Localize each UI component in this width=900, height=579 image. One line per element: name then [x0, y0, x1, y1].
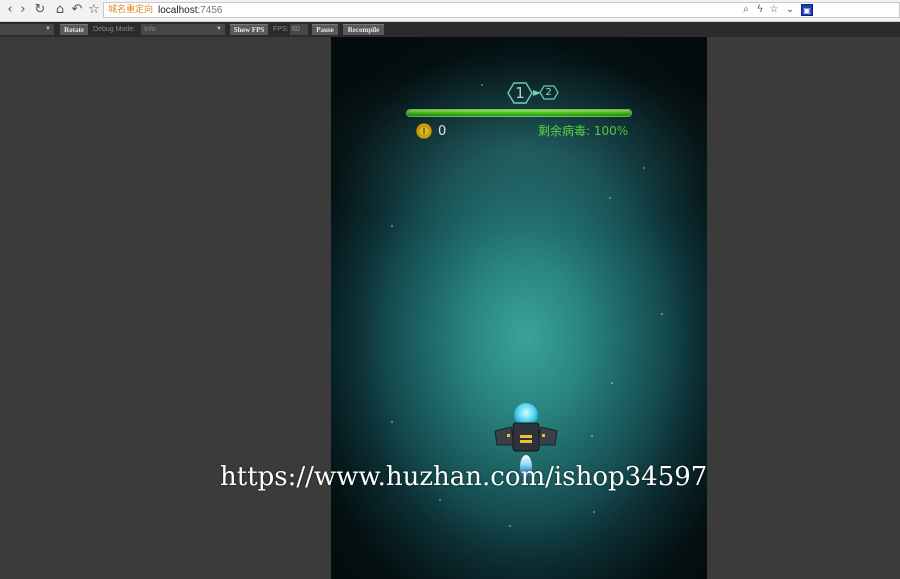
debug-mode-select[interactable]: Info ▼: [141, 24, 225, 35]
home-icon[interactable]: ⌂: [52, 2, 68, 18]
game-canvas[interactable]: 1 2 0 剩余病毒: 100%: [331, 37, 707, 579]
debug-mode-label: Debug Mode:: [93, 26, 136, 33]
virus-remaining-label: 剩余病毒: 100%: [538, 124, 629, 138]
dropdown-icon[interactable]: ⌄: [784, 4, 796, 16]
url-host: localhost: [158, 5, 198, 16]
star: [611, 382, 613, 384]
star: [439, 499, 441, 501]
star: [609, 197, 611, 199]
address-url[interactable]: localhost:7456: [158, 4, 223, 17]
coin-count: 0: [438, 124, 447, 139]
virus-health-fill: [407, 110, 631, 116]
star: [661, 313, 663, 315]
url-port: :7456: [197, 5, 223, 16]
star: [391, 225, 393, 227]
extension-icon[interactable]: ▣: [801, 4, 813, 16]
address-prefix: 城名重定向: [108, 5, 154, 15]
virus-health-bar: [406, 109, 632, 117]
debug-toolbar: ▼ Rotate Debug Mode: Info ▼ Show FPS FPS…: [0, 22, 900, 37]
star: [593, 511, 595, 513]
favorite-star-icon[interactable]: ☆: [768, 4, 780, 16]
star: [591, 435, 593, 437]
fps-input[interactable]: 60: [290, 24, 308, 35]
debug-mode-value: Info: [144, 26, 156, 33]
star: [643, 167, 645, 169]
bookmark-star-icon[interactable]: ☆: [86, 2, 102, 18]
star: [391, 421, 393, 423]
chevron-down-icon: ▼: [45, 26, 51, 32]
lightning-icon[interactable]: ϟ: [754, 4, 766, 16]
coin-icon: [416, 123, 432, 139]
level-next: 2: [545, 87, 552, 98]
watermark-text: https://www.huzhan.com/ishop34597: [220, 462, 708, 492]
undo-icon[interactable]: ↶: [69, 2, 85, 18]
forward-icon[interactable]: ›: [15, 2, 31, 18]
reload-icon[interactable]: ↻: [32, 2, 48, 18]
star: [481, 84, 483, 86]
pause-button[interactable]: Pause: [312, 24, 338, 35]
show-fps-button[interactable]: Show FPS: [230, 24, 268, 35]
device-select[interactable]: ▼: [0, 24, 54, 35]
browser-toolbar: ‹ › ↻ ⌂ ↶ ☆ 城名重定向 localhost:7456 ⌕ ϟ ☆ ⌄…: [0, 0, 900, 22]
rotate-button[interactable]: Rotate: [60, 24, 88, 35]
level-current: 1: [515, 84, 525, 102]
recompile-button[interactable]: Recompile: [343, 24, 384, 35]
fps-label: FPS:: [273, 26, 289, 33]
address-bar[interactable]: 城名重定向 localhost:7456 ⌕ ϟ ☆ ⌄ ▣: [103, 2, 900, 18]
star: [509, 525, 511, 527]
zoom-icon[interactable]: ⌕: [740, 4, 752, 16]
chevron-down-icon: ▼: [216, 26, 222, 32]
